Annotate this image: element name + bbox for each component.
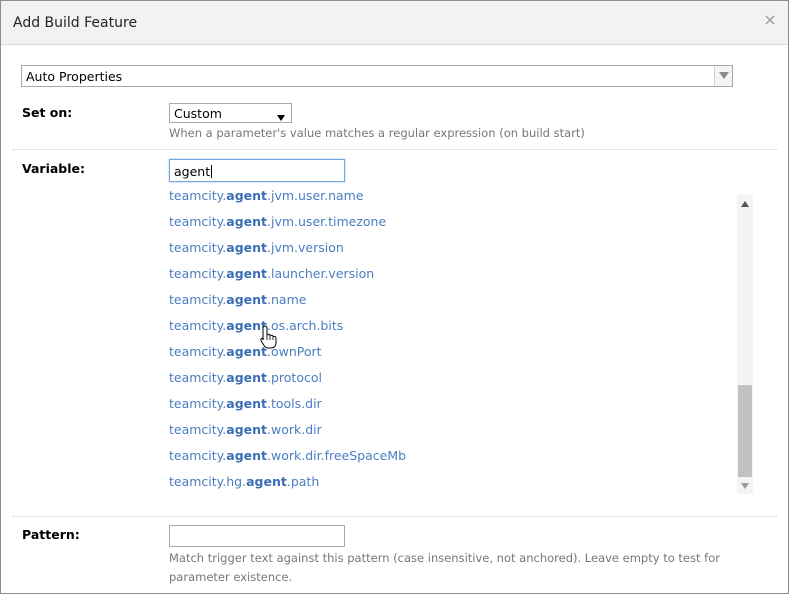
- pattern-input[interactable]: [169, 525, 345, 547]
- set-on-hint: When a parameter's value matches a regul…: [169, 126, 585, 140]
- suggestion-item[interactable]: teamcity.agent.protocol: [169, 370, 322, 388]
- pattern-hint: Match trigger text against this pattern …: [169, 551, 720, 584]
- suggestion-item[interactable]: teamcity.hg.agent.path: [169, 474, 319, 492]
- variable-input[interactable]: agent: [169, 159, 345, 182]
- suggestion-item[interactable]: teamcity.agent.jvm.version: [169, 240, 344, 258]
- variable-input-value: agent: [174, 164, 211, 179]
- suggestion-item[interactable]: teamcity.agent.work.dir: [169, 422, 322, 440]
- add-build-feature-dialog: Add Build Feature × Auto Properties Set …: [0, 0, 789, 594]
- set-on-select[interactable]: Custom: [169, 103, 292, 123]
- feature-type-value: Auto Properties: [26, 69, 123, 84]
- scroll-down-arrow-icon[interactable]: [737, 478, 753, 494]
- feature-type-select[interactable]: Auto Properties: [21, 65, 733, 87]
- separator: [13, 149, 777, 150]
- separator: [13, 516, 777, 517]
- suggestion-item[interactable]: teamcity.agent.launcher.version: [169, 266, 374, 284]
- set-on-value: Custom: [174, 106, 222, 121]
- close-icon[interactable]: ×: [762, 12, 778, 28]
- scrollbar-thumb[interactable]: [738, 385, 752, 477]
- dialog-titlebar: Add Build Feature ×: [1, 1, 788, 45]
- dialog-title: Add Build Feature: [13, 15, 138, 31]
- text-caret: [211, 165, 213, 178]
- pattern-label: Pattern:: [22, 527, 80, 542]
- chevron-down-icon[interactable]: [714, 66, 732, 86]
- variable-suggestions-list: teamcity.agent.jvm.user.name teamcity.ag…: [161, 187, 754, 494]
- suggestion-item[interactable]: teamcity.agent.work.dir.freeSpaceMb: [169, 448, 406, 466]
- set-on-label: Set on:: [22, 105, 73, 120]
- scroll-up-arrow-icon[interactable]: [737, 195, 753, 211]
- suggestion-item[interactable]: teamcity.agent.os.arch.bits: [169, 318, 343, 336]
- suggestion-item[interactable]: teamcity.agent.tools.dir: [169, 396, 322, 414]
- suggestions-scrollbar[interactable]: [737, 195, 753, 494]
- suggestion-item[interactable]: teamcity.agent.name: [169, 292, 306, 310]
- suggestion-item[interactable]: teamcity.agent.jvm.user.timezone: [169, 214, 386, 232]
- suggestion-item[interactable]: teamcity.agent.ownPort: [169, 344, 322, 362]
- variable-label: Variable:: [22, 161, 86, 176]
- chevron-down-icon: [277, 110, 285, 124]
- suggestion-item[interactable]: teamcity.agent.jvm.user.name: [169, 188, 364, 206]
- hand-pointer-cursor-icon: [260, 325, 277, 349]
